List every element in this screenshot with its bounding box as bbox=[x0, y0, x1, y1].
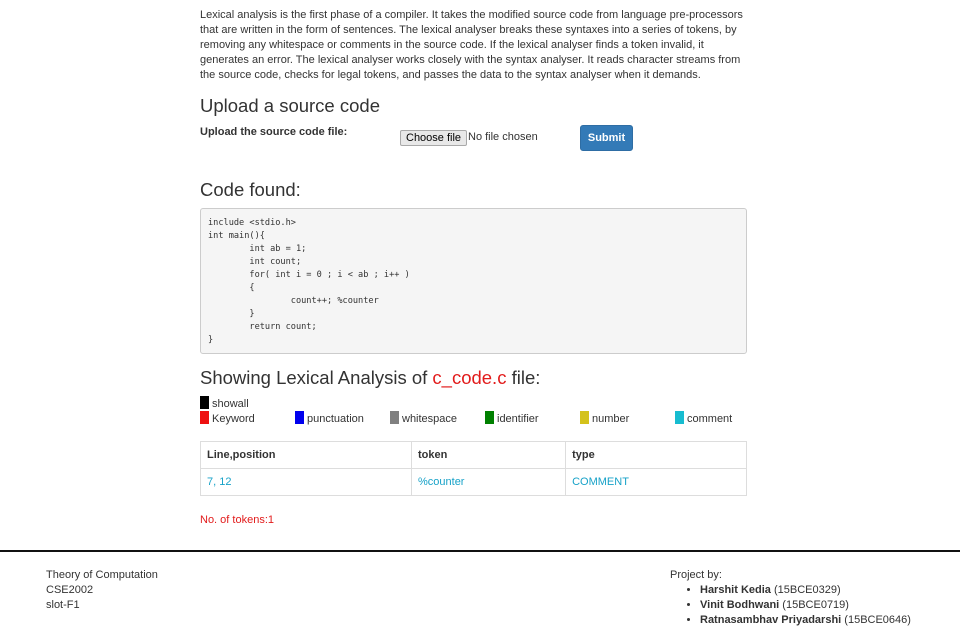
legend-number[interactable]: number bbox=[580, 411, 629, 425]
showall-swatch bbox=[200, 396, 209, 409]
legend-keyword[interactable]: Keyword bbox=[200, 411, 255, 425]
project-by-label: Project by: bbox=[670, 569, 722, 581]
member-id: (15BCE0646) bbox=[841, 614, 911, 626]
team-list: Harshit Kedia (15BCE0329) Vinit Bodhwani… bbox=[670, 583, 911, 628]
upload-heading: Upload a source code bbox=[200, 95, 380, 116]
code-heading: Code found: bbox=[200, 179, 301, 200]
legend-showall[interactable]: showall bbox=[200, 396, 249, 410]
intro-paragraph: Lexical analysis is the first phase of a… bbox=[200, 9, 743, 81]
analysis-title-prefix: Showing Lexical Analysis of bbox=[200, 367, 433, 388]
code-block: include <stdio.h> int main(){ int ab = 1… bbox=[200, 208, 747, 354]
legend-label: identifier bbox=[497, 413, 539, 425]
legend-punctuation[interactable]: punctuation bbox=[295, 411, 364, 425]
legend-label: Keyword bbox=[212, 413, 255, 425]
legend-swatch bbox=[485, 411, 494, 424]
member-name: Vinit Bodhwani bbox=[700, 599, 780, 611]
member-name: Ratnasambhav Priyadarshi bbox=[700, 614, 842, 626]
member-name: Harshit Kedia bbox=[700, 584, 771, 596]
footer-divider bbox=[0, 550, 960, 552]
list-item: Vinit Bodhwani (15BCE0719) bbox=[700, 598, 911, 613]
list-item: Ratnasambhav Priyadarshi (15BCE0646) bbox=[700, 613, 911, 628]
member-id: (15BCE0329) bbox=[770, 584, 841, 596]
analysis-title-suffix: file: bbox=[506, 367, 541, 388]
course-code: CSE2002 bbox=[46, 584, 94, 596]
choose-file-button[interactable]: Choose file bbox=[400, 130, 468, 146]
cell-token: %counter bbox=[410, 468, 567, 496]
table-row: 7, 12 %counter COMMENT bbox=[200, 468, 747, 496]
legend-label: comment bbox=[687, 413, 733, 425]
legend-swatch bbox=[295, 411, 304, 424]
legend-showall-label: showall bbox=[212, 398, 249, 410]
course-name: Theory of Computation bbox=[46, 569, 158, 581]
column-header-type: type bbox=[565, 441, 747, 469]
table-header-row: Line,position token type bbox=[200, 441, 747, 469]
legend-label: whitespace bbox=[402, 413, 458, 425]
legend-swatch bbox=[580, 411, 589, 424]
analysis-filename: c_code.c bbox=[432, 367, 507, 388]
legend-comment[interactable]: comment bbox=[675, 411, 732, 425]
course-slot: slot-F1 bbox=[46, 599, 80, 611]
submit-button[interactable]: Submit bbox=[580, 125, 633, 151]
column-header-line-position: Line,position bbox=[200, 441, 412, 469]
legend-identifier[interactable]: identifier bbox=[485, 411, 539, 425]
list-item: Harshit Kedia (15BCE0329) bbox=[700, 583, 911, 598]
legend-swatch bbox=[675, 411, 684, 424]
legend-swatch bbox=[200, 411, 209, 424]
member-id: (15BCE0719) bbox=[779, 599, 849, 611]
legend-label: number bbox=[592, 413, 630, 425]
cell-line-position: 7, 12 bbox=[200, 468, 412, 496]
upload-label: Upload the source code file: bbox=[200, 126, 348, 138]
legend-label: punctuation bbox=[307, 413, 364, 425]
tokens-table: Line,position token type 7, 12 %counter … bbox=[200, 441, 747, 496]
legend-swatch bbox=[390, 411, 399, 424]
column-header-token: token bbox=[410, 441, 567, 469]
token-count: No. of tokens:1 bbox=[200, 514, 274, 526]
footer-team: Project by: Harshit Kedia (15BCE0329) Vi… bbox=[670, 568, 911, 628]
cell-type: COMMENT bbox=[565, 468, 747, 496]
file-status-text: No file chosen bbox=[468, 131, 538, 143]
legend: Keyword punctuation whitespace identifier nu… bbox=[200, 411, 747, 425]
analysis-heading: Showing Lexical Analysis of c_code.c fil… bbox=[200, 367, 540, 389]
footer-course-info: Theory of Computation CSE2002 slot-F1 bbox=[46, 568, 158, 613]
legend-whitespace[interactable]: whitespace bbox=[390, 411, 457, 425]
main-content: Lexical analysis is the first phase of a… bbox=[200, 0, 747, 526]
